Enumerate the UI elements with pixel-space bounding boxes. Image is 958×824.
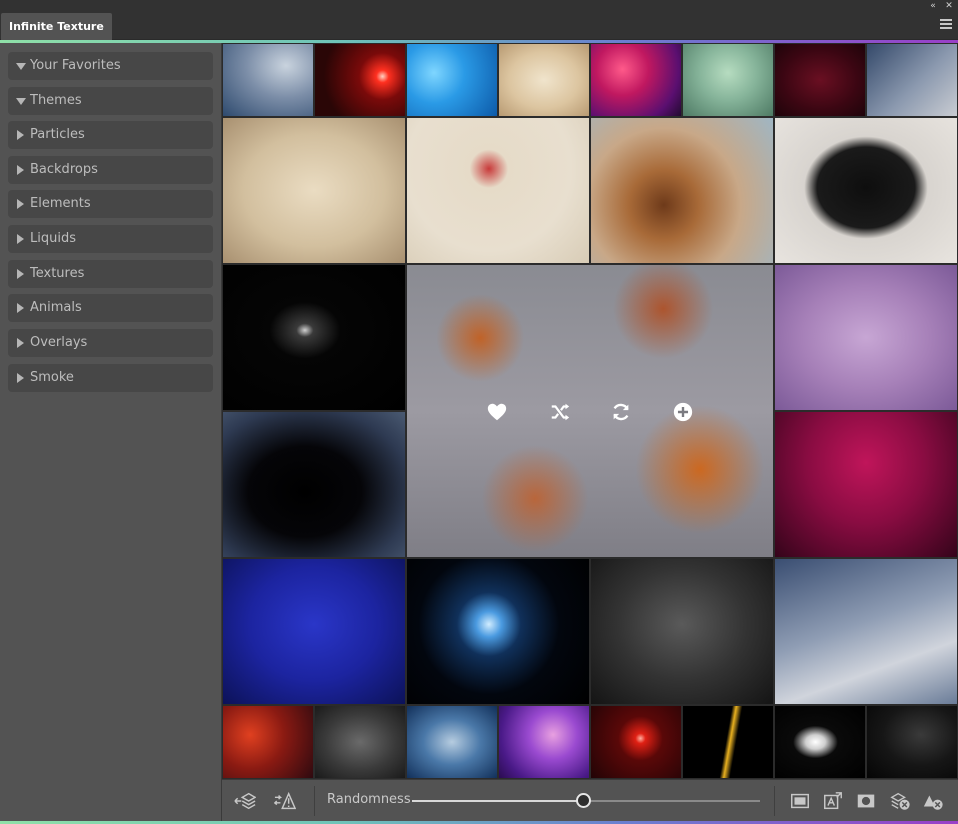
clear-styles-icon[interactable] <box>922 790 944 812</box>
texture-tile[interactable] <box>498 43 590 117</box>
sidebar-item-label: Elements <box>30 196 91 211</box>
tab-infinite-texture[interactable]: Infinite Texture <box>1 13 112 40</box>
add-icon[interactable] <box>672 401 694 423</box>
texture-tile[interactable] <box>774 705 866 779</box>
texture-tile[interactable] <box>406 705 498 779</box>
window-strip: « ✕ <box>0 0 958 12</box>
sidebar-item-themes[interactable]: Themes <box>8 87 213 115</box>
sidebar-item-animals[interactable]: Animals <box>8 294 213 322</box>
triangle-right-icon <box>16 260 26 288</box>
texture-tile[interactable] <box>774 117 958 264</box>
texture-tile[interactable] <box>866 43 958 117</box>
texture-tile[interactable] <box>774 558 958 705</box>
sidebar-item-label: Smoke <box>30 370 74 385</box>
sidebar-item-label: Overlays <box>30 335 88 350</box>
tile-action-overlay <box>407 265 773 557</box>
sidebar-item-particles[interactable]: Particles <box>8 121 213 149</box>
triangle-right-icon <box>16 294 26 322</box>
texture-tile[interactable] <box>222 264 406 411</box>
sidebar-item-elements[interactable]: Elements <box>8 190 213 218</box>
randomness-slider-fill <box>412 800 583 802</box>
texture-tile[interactable] <box>866 705 958 779</box>
texture-tile[interactable] <box>222 43 314 117</box>
texture-tile[interactable] <box>406 558 590 705</box>
panel-tab-row: Infinite Texture <box>0 12 958 40</box>
toolbar-divider <box>774 786 775 816</box>
texture-tile[interactable] <box>682 43 774 117</box>
triangle-right-icon <box>16 121 26 149</box>
replace-warning-icon[interactable] <box>274 790 296 812</box>
texture-tile[interactable] <box>590 117 774 264</box>
triangle-right-icon <box>16 329 26 357</box>
category-sidebar: Your Favorites Themes Particles Backdrop… <box>0 43 222 821</box>
texture-tile[interactable] <box>774 43 866 117</box>
texture-tile[interactable] <box>222 117 406 264</box>
clear-layers-icon[interactable] <box>889 790 911 812</box>
sidebar-item-overlays[interactable]: Overlays <box>8 329 213 357</box>
close-icon[interactable]: ✕ <box>942 0 956 12</box>
texture-tile[interactable] <box>498 705 590 779</box>
sidebar-item-your-favorites[interactable]: Your Favorites <box>8 52 213 80</box>
add-layer-icon[interactable] <box>234 790 256 812</box>
sidebar-item-label: Themes <box>30 93 82 108</box>
sidebar-item-label: Backdrops <box>30 162 98 177</box>
sidebar-item-label: Textures <box>30 266 85 281</box>
texture-tile[interactable] <box>222 411 406 558</box>
toolbar-divider <box>314 786 315 816</box>
texture-tile[interactable] <box>406 43 498 117</box>
hamburger-menu-icon[interactable] <box>940 19 952 31</box>
double-chevron-left-icon[interactable]: « <box>926 0 940 12</box>
featured-texture-tile[interactable] <box>406 264 774 558</box>
texture-tile[interactable] <box>590 43 682 117</box>
sidebar-item-label: Animals <box>30 300 82 315</box>
texture-tile[interactable] <box>314 43 406 117</box>
sidebar-item-backdrops[interactable]: Backdrops <box>8 156 213 184</box>
texture-tile[interactable] <box>590 558 774 705</box>
infinite-texture-panel: « ✕ Infinite Texture Your Favorites Them… <box>0 0 958 824</box>
triangle-right-icon <box>16 364 26 392</box>
randomness-slider-thumb[interactable] <box>575 793 591 808</box>
sidebar-item-liquids[interactable]: Liquids <box>8 225 213 253</box>
sidebar-item-smoke[interactable]: Smoke <box>8 364 213 392</box>
texture-tile[interactable] <box>774 264 958 411</box>
sidebar-item-label: Your Favorites <box>30 58 121 73</box>
triangle-right-icon <box>16 156 26 184</box>
bottom-toolbar: Randomness <box>222 779 958 821</box>
refresh-icon[interactable] <box>610 401 632 423</box>
texture-tile[interactable] <box>774 411 958 558</box>
sidebar-item-label: Liquids <box>30 231 76 246</box>
sidebar-item-label: Particles <box>30 127 85 142</box>
randomness-label: Randomness <box>327 792 411 807</box>
shuffle-icon[interactable] <box>549 401 571 423</box>
texture-tile[interactable] <box>682 705 774 779</box>
texture-grid <box>222 43 958 779</box>
triangle-down-icon <box>16 52 26 80</box>
fit-canvas-icon[interactable] <box>789 790 811 812</box>
texture-tile[interactable] <box>314 705 406 779</box>
mask-icon[interactable] <box>855 790 877 812</box>
texture-tile[interactable] <box>406 117 590 264</box>
triangle-down-icon <box>16 87 26 115</box>
resize-text-icon[interactable] <box>822 790 844 812</box>
texture-tile[interactable] <box>590 705 682 779</box>
triangle-right-icon <box>16 190 26 218</box>
triangle-right-icon <box>16 225 26 253</box>
sidebar-item-textures[interactable]: Textures <box>8 260 213 288</box>
randomness-slider[interactable] <box>412 793 760 808</box>
texture-tile[interactable] <box>222 705 314 779</box>
heart-icon[interactable] <box>486 401 508 423</box>
texture-tile[interactable] <box>222 558 406 705</box>
